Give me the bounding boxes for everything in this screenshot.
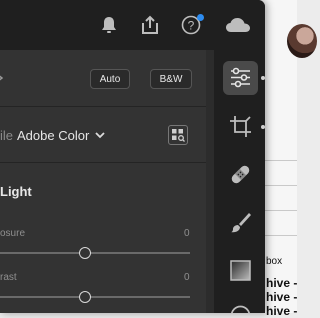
avatar <box>287 24 317 58</box>
panel-scrollbar[interactable] <box>206 50 214 313</box>
auto-button[interactable]: Auto <box>90 69 130 89</box>
contrast-slider-track[interactable] <box>0 296 190 298</box>
share-icon[interactable] <box>139 14 161 36</box>
app-window: ? Auto B&W ile Adobe Color Light osure 0… <box>0 0 265 313</box>
grid-search-icon <box>172 129 185 142</box>
gradient-icon[interactable] <box>227 257 254 284</box>
healing-icon[interactable] <box>227 161 254 188</box>
crop-icon[interactable] <box>227 113 254 140</box>
divider <box>0 162 207 163</box>
divider <box>0 106 207 107</box>
divider <box>262 160 297 161</box>
profile-value[interactable]: Adobe Color <box>17 128 89 143</box>
contrast-value[interactable]: 0 <box>184 272 190 283</box>
background-label: box <box>266 256 283 267</box>
bell-icon[interactable] <box>98 14 120 36</box>
profile-browser-button[interactable] <box>168 125 188 145</box>
notification-dot <box>197 14 204 21</box>
radial-icon[interactable] <box>227 302 254 313</box>
bw-button[interactable]: B&W <box>150 69 192 89</box>
top-toolbar: ? <box>0 0 265 50</box>
background-row: hive - <box>266 304 297 318</box>
divider <box>262 235 297 236</box>
background-row: hive - <box>266 290 297 304</box>
exposure-slider-track[interactable] <box>0 252 190 254</box>
divider <box>262 210 297 211</box>
background-row: hive - <box>266 276 297 290</box>
help-glyph: ? <box>188 19 195 33</box>
indicator-dot <box>261 125 265 129</box>
brush-icon[interactable] <box>227 209 254 236</box>
light-section-title[interactable]: Light <box>0 184 32 199</box>
exposure-label: osure <box>0 228 26 239</box>
contrast-slider-thumb[interactable] <box>79 291 91 303</box>
indicator-dot <box>261 76 265 80</box>
chevron-down-icon[interactable] <box>94 131 106 141</box>
contrast-label: rast <box>0 272 17 283</box>
cloud-icon[interactable] <box>224 14 252 36</box>
exposure-value[interactable]: 0 <box>184 228 190 239</box>
exposure-slider-thumb[interactable] <box>79 247 91 259</box>
panel-header-glyph <box>0 72 6 87</box>
edit-sliders-icon[interactable] <box>227 64 254 91</box>
profile-label: ile <box>0 128 14 143</box>
divider <box>262 185 297 186</box>
